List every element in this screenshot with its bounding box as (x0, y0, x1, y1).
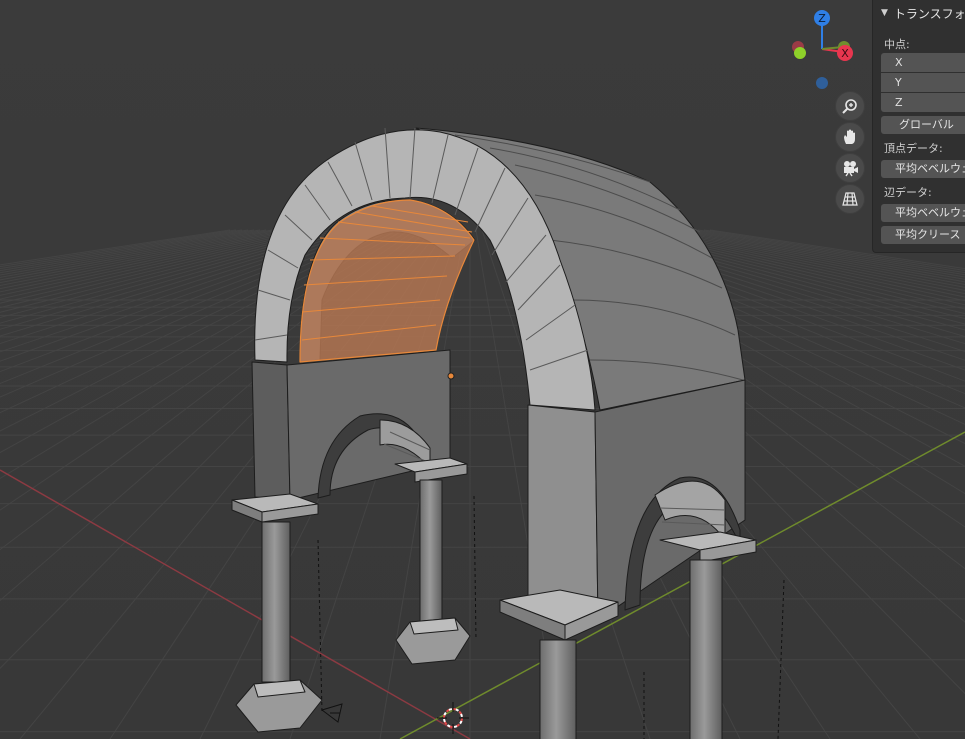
median-x-field[interactable]: X (881, 53, 965, 72)
gizmo-z[interactable]: Z (814, 10, 830, 26)
global-button[interactable]: グローバル (881, 116, 965, 134)
vertex-bevel-weight-field[interactable]: 平均ベベルウェイト (881, 160, 965, 178)
viewport-background (0, 0, 965, 739)
transform-panel[interactable]: ▼ トランスフォーム 中点: X Y Z グローバル 頂点データ: 平均ベベルウ… (872, 0, 965, 253)
svg-text:Z: Z (818, 12, 826, 25)
median-z-field[interactable]: Z (881, 93, 965, 112)
panel-header[interactable]: ▼ トランスフォーム (873, 2, 965, 24)
pan-hand-icon[interactable] (835, 122, 865, 152)
panel-title: トランスフォーム (893, 6, 965, 21)
collapse-arrow-icon[interactable]: ▼ (881, 8, 888, 18)
edge-bevel-weight-field[interactable]: 平均ベベルウェイト (881, 204, 965, 222)
camera-view-icon[interactable] (835, 153, 865, 183)
gizmo-neg-z[interactable] (816, 77, 828, 89)
3d-viewport[interactable]: Z X ▼ トランスフォ 中点: X Y Z グローバル 頂点データ: 平均ベベ… (0, 0, 965, 739)
vertex-data-label: 頂点データ: (884, 142, 943, 155)
gizmo-x[interactable]: X (837, 45, 853, 61)
median-y-field[interactable]: Y (881, 73, 965, 92)
edge-data-label: 辺データ: (884, 186, 932, 199)
navigation-gizmo[interactable]: Z X (780, 6, 860, 96)
edge-crease-field[interactable]: 平均クリース (881, 226, 965, 244)
zoom-icon[interactable] (835, 91, 865, 121)
gizmo-y[interactable] (794, 47, 806, 59)
svg-text:X: X (841, 47, 849, 60)
median-label: 中点: (884, 38, 910, 51)
object-origin[interactable] (447, 372, 455, 380)
orthographic-grid-icon[interactable] (835, 184, 865, 214)
scene-canvas[interactable] (0, 0, 965, 739)
